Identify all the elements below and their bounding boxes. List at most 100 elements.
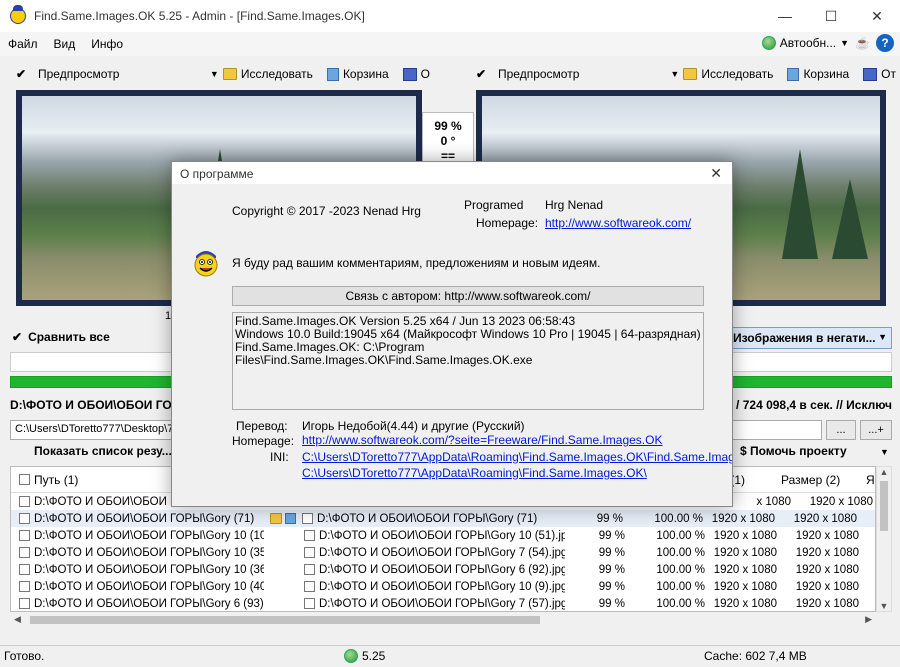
path1-cell: D:\ФОТО И ОБОИ\ОБОИ ГОРЫ\Gory (71) [34, 512, 255, 525]
donate-button[interactable]: $ Помочь проекту ▼ [740, 444, 889, 458]
chevron-down-icon[interactable]: ▼ [210, 69, 219, 79]
info-line-3: Find.Same.Images.OK: C:\Program Files\Fi… [235, 340, 533, 367]
chevron-down-icon[interactable]: ▼ [877, 601, 891, 611]
folder-icon[interactable] [270, 513, 282, 524]
row-checkbox-1[interactable] [19, 598, 30, 609]
contact-author-button[interactable]: Связь с автором: http://www.softwareok.c… [232, 286, 704, 306]
tree-shape [782, 149, 818, 260]
add-folder-button[interactable]: ...+ [860, 420, 892, 440]
close-button[interactable]: ✕ [854, 0, 900, 32]
row-checkbox-2[interactable] [304, 564, 315, 575]
recycle-bin-icon[interactable] [285, 513, 296, 524]
col-size2-header[interactable]: Размер (2) [781, 473, 840, 487]
cache-label: Cache: 602 7,4 MB [704, 649, 807, 663]
homepage2-label: Homepage: [232, 434, 295, 448]
row-checkbox-2[interactable] [302, 513, 313, 524]
left-explore-button[interactable]: Исследовать [241, 67, 313, 81]
scan-speed: / 724 098,4 в сек. // Исключ [736, 398, 892, 412]
title-bar: Find.Same.Images.OK 5.25 - Admin - [Find… [0, 0, 900, 32]
table-row[interactable]: D:\ФОТО И ОБОИ\ОБОИ ГОРЫ\Gory 6 (93).jpg… [11, 595, 875, 611]
browse-button[interactable]: ... [826, 420, 856, 440]
checkmark-icon[interactable]: ✔ [16, 67, 30, 81]
recycle-bin-icon[interactable] [787, 67, 800, 81]
menu-bar: Файл Вид Инфо Автообн... ▼ ☕ ? [0, 32, 900, 56]
table-row[interactable]: D:\ФОТО И ОБОИ\ОБОИ ГОРЫ\Gory 10 (35).jp… [11, 544, 875, 561]
path2-cell: D:\ФОТО И ОБОИ\ОБОИ ГОРЫ\Gory 7 (57).jpg [319, 597, 565, 610]
row-checkbox-2[interactable] [304, 530, 315, 541]
folder-icon[interactable] [683, 68, 698, 80]
res2-cell: 1920 x 1080 [795, 580, 859, 593]
autoupdate-menu[interactable]: Автообн... ▼ [761, 36, 849, 50]
row-checkbox-2[interactable] [304, 598, 315, 609]
table-row[interactable]: D:\ФОТО И ОБОИ\ОБОИ ГОРЫ\Gory 10 (10).jp… [11, 527, 875, 544]
left-open-button[interactable]: О [421, 67, 430, 81]
tools-icon[interactable] [402, 67, 417, 81]
status-text: Готово. [4, 649, 45, 663]
current-path: D:\ФОТО И ОБОИ\ОБОИ ГО [10, 398, 172, 412]
row-checkbox-1[interactable] [19, 564, 30, 575]
horizontal-scrollbar[interactable]: ◀ ▶ [10, 612, 876, 628]
checkmark-icon[interactable]: ✔ [476, 67, 490, 81]
help-icon[interactable]: ? [876, 34, 894, 52]
window-title: Find.Same.Images.OK 5.25 - Admin - [Find… [34, 9, 365, 23]
show-results-button[interactable]: Показать список резу... [10, 444, 172, 458]
row-checkbox-2[interactable] [304, 547, 315, 558]
left-panel-toolbar: ✔ Предпросмотр ▼ Исследовать Корзина О [16, 62, 430, 86]
chevron-right-icon[interactable]: ▶ [865, 614, 872, 625]
col-path-header[interactable]: Путь (1) [34, 473, 78, 487]
ini-path-link[interactable]: C:\Users\DToretto777\AppData\Roaming\Fin… [302, 450, 732, 464]
globe-icon[interactable] [344, 649, 358, 663]
row-checkbox-1[interactable] [19, 547, 30, 558]
folder-icon[interactable] [222, 68, 237, 80]
row-checkbox-1[interactable] [19, 496, 30, 507]
minimize-button[interactable]: — [762, 0, 808, 32]
left-bin-button[interactable]: Корзина [343, 67, 389, 81]
coffee-icon[interactable]: ☕ [855, 36, 870, 50]
row-checkbox-2[interactable] [304, 581, 315, 592]
scroll-thumb[interactable] [880, 481, 888, 531]
tools-icon[interactable] [863, 67, 878, 81]
scroll-thumb[interactable] [30, 616, 540, 624]
ini-folder-link[interactable]: C:\Users\DToretto777\AppData\Roaming\Fin… [302, 466, 647, 480]
version-label: 5.25 [362, 649, 386, 663]
row-checkbox-1[interactable] [19, 530, 30, 541]
homepage-link[interactable]: http://www.softwareok.com/ [545, 216, 691, 230]
recycle-bin-icon[interactable] [326, 67, 339, 81]
version-info-box[interactable]: Find.Same.Images.OK Version 5.25 x64 / J… [232, 312, 704, 410]
right-open-button[interactable]: От [881, 67, 896, 81]
table-row[interactable]: D:\ФОТО И ОБОИ\ОБОИ ГОРЫ\Gory 10 (36).jp… [11, 561, 875, 578]
res2-cell: 1920 x 1080 [795, 529, 859, 542]
right-bin-button[interactable]: Корзина [803, 67, 849, 81]
right-explore-button[interactable]: Исследовать [701, 67, 773, 81]
row-checkbox-1[interactable] [19, 513, 30, 524]
maximize-button[interactable]: ☐ [808, 0, 854, 32]
row-checkbox-1[interactable] [19, 581, 30, 592]
mascot-icon [190, 246, 222, 278]
menu-file[interactable]: Файл [0, 32, 46, 56]
vertical-scrollbar[interactable]: ▲ ▼ [876, 466, 892, 612]
path1-cell: D:\ФОТО И ОБОИ\ОБОИ ГОРЫ\Gory 6 (93).jpg [34, 597, 264, 610]
chevron-down-icon[interactable]: ▼ [670, 69, 679, 79]
compare-all-toggle[interactable]: ✔ Сравнить все [12, 330, 110, 344]
homepage2-link[interactable]: http://www.softwareok.com/?seite=Freewar… [302, 433, 662, 447]
tree-shape [832, 179, 868, 260]
globe-icon [761, 36, 776, 50]
right-preview-label[interactable]: Предпросмотр [498, 67, 579, 81]
col-last-header[interactable]: Я [866, 473, 875, 487]
negative-images-dropdown[interactable]: Изображения в негати... ▼ [728, 327, 892, 349]
path2-cell: D:\ФОТО И ОБОИ\ОБОИ ГОРЫ\Gory 6 (92).jpg [319, 563, 565, 576]
table-row[interactable]: D:\ФОТО И ОБОИ\ОБОИ ГОРЫ\Gory (71) D:\ФОТ… [11, 510, 875, 527]
match-cell: 99 % [598, 529, 625, 542]
res2-cell: 1920 x 1080 [795, 563, 859, 576]
left-preview-label[interactable]: Предпросмотр [38, 67, 119, 81]
table-row[interactable]: D:\ФОТО И ОБОИ\ОБОИ ГОРЫ\Gory 10 (40).jp… [11, 578, 875, 595]
chevron-left-icon[interactable]: ◀ [14, 614, 21, 625]
programed-value: Hrg Nenad [545, 198, 604, 212]
menu-view[interactable]: Вид [46, 32, 84, 56]
similarity-cell: 100.00 % [656, 597, 705, 610]
feedback-message: Я буду рад вашим комментариям, предложен… [232, 256, 601, 270]
close-icon[interactable]: ✕ [710, 165, 722, 182]
select-all-checkbox[interactable] [19, 474, 30, 485]
menu-info[interactable]: Инфо [83, 32, 131, 56]
chevron-up-icon[interactable]: ▲ [877, 467, 891, 477]
